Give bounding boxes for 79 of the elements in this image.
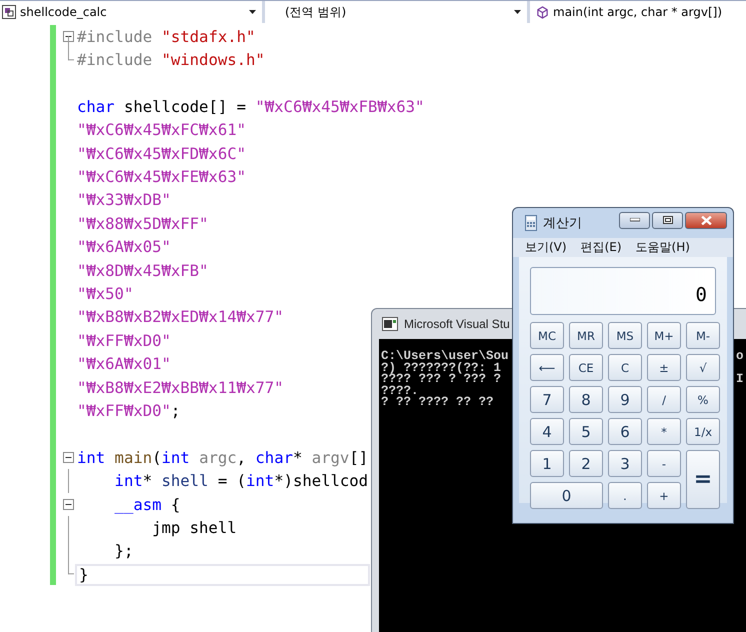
- code-line: };: [114, 541, 134, 562]
- menu-item[interactable]: 도움말(H): [636, 239, 690, 256]
- calculator-key[interactable]: MR: [569, 322, 603, 349]
- console-text: I: [736, 374, 744, 386]
- calculator-key[interactable]: 1/x: [686, 418, 720, 445]
- code-line: "₩xC6₩x45₩xFE₩x63": [76, 167, 246, 188]
- code-line: "₩x8D₩x45₩xFB": [76, 260, 208, 282]
- minimize-button[interactable]: [619, 212, 650, 228]
- console-text: o: [736, 351, 744, 362]
- calculator-key[interactable]: +: [647, 482, 681, 509]
- calculator-key[interactable]: 4: [530, 418, 564, 445]
- collapse-icon[interactable]: [62, 499, 74, 510]
- cube-icon: [536, 6, 549, 18]
- maximize-button[interactable]: [652, 212, 683, 228]
- calculator-key[interactable]: M+: [647, 322, 681, 349]
- calculator-key[interactable]: C: [608, 354, 642, 381]
- collapse-icon[interactable]: [62, 31, 74, 42]
- console-text: C:\Users\user\Sou: [381, 349, 509, 363]
- calculator-icon: [525, 215, 537, 231]
- code-line: int main(int argc, char* argv[]: [76, 448, 368, 469]
- code-line: #include "stdafx.h": [76, 26, 256, 48]
- code-line: "₩x50": [76, 284, 134, 305]
- calculator-key[interactable]: CE: [569, 354, 603, 381]
- console-text: ? ?? ???? ?? ??: [381, 395, 494, 409]
- close-button[interactable]: [685, 212, 727, 228]
- console-icon: [382, 316, 398, 330]
- calculator-key[interactable]: %: [686, 386, 720, 413]
- code-line: __asm {: [114, 494, 180, 516]
- code-line: jmp shell: [151, 518, 237, 539]
- scope-dropdown[interactable]: (전역 범위): [265, 1, 527, 23]
- caret-icon: [514, 10, 521, 14]
- code-line: "₩xB8₩xB2₩xED₩x14₩x77": [76, 307, 284, 328]
- calculator-key[interactable]: *: [647, 418, 681, 445]
- calculator-key[interactable]: /: [647, 386, 681, 413]
- calculator-key[interactable]: .: [608, 482, 642, 509]
- calculator-key[interactable]: 5: [569, 418, 603, 445]
- code-line: "₩xFF₩xD0";: [76, 400, 180, 422]
- close-icon: [700, 216, 712, 224]
- code-line: "₩x6A₩x05": [76, 237, 171, 258]
- code-line: "₩x6A₩x01": [76, 354, 171, 376]
- code-line: int* shell = (int*)shellcod: [114, 471, 368, 492]
- window-title: Microsoft Visual Stu: [404, 316, 510, 330]
- calculator-key[interactable]: √: [686, 354, 720, 381]
- calculator-key[interactable]: 0: [530, 482, 603, 509]
- code-line: "₩x88₩x5D₩xFF": [76, 214, 208, 235]
- member-dropdown[interactable]: main(int argc, char * argv[]): [530, 1, 746, 23]
- code-line: char shellcode[] = "₩xC6₩x45₩xFB₩x63": [76, 96, 424, 118]
- calculator-key[interactable]: 2: [569, 450, 603, 477]
- calculator-display: 0: [530, 267, 716, 315]
- code-line: #include "windows.h": [76, 50, 265, 72]
- calculator-key[interactable]: M-: [686, 322, 720, 349]
- calculator-key[interactable]: 8: [569, 386, 603, 413]
- calculator-key[interactable]: ±: [647, 354, 681, 381]
- code-line: "₩xC6₩x45₩xFD₩x6C": [76, 144, 246, 165]
- calculator-key[interactable]: 9: [608, 386, 642, 413]
- calculator-key[interactable]: =: [686, 450, 720, 509]
- minimize-icon: [630, 218, 640, 222]
- calculator-key[interactable]: ⟵: [530, 354, 564, 381]
- code-line: "₩xFF₩xD0": [76, 330, 171, 352]
- calculator-key[interactable]: 3: [608, 450, 642, 477]
- project-dropdown[interactable]: shellcode_calc: [0, 1, 262, 23]
- collapse-icon[interactable]: [62, 452, 74, 464]
- menu-item[interactable]: 보기(V): [525, 239, 567, 256]
- project-icon: [2, 5, 16, 19]
- calculator-key[interactable]: -: [647, 450, 681, 477]
- menu-item[interactable]: 편집(E): [580, 239, 622, 256]
- console-text: ????.: [381, 384, 419, 398]
- calculator-key[interactable]: 7: [530, 386, 564, 413]
- caret-icon: [249, 10, 256, 14]
- calculator-key[interactable]: 6: [608, 418, 642, 445]
- code-line: "₩xB8₩xE2₩xBB₩x11₩x77": [76, 378, 284, 399]
- calculator-key[interactable]: MS: [608, 322, 642, 349]
- maximize-icon: [662, 216, 672, 224]
- calculator-key[interactable]: MC: [530, 322, 564, 349]
- calculator-key[interactable]: 1: [530, 450, 564, 477]
- code-line: "₩xC6₩x45₩xFC₩x61": [76, 120, 246, 142]
- console-text: ?) ???????(??: 1: [381, 360, 502, 374]
- code-line: "₩x33₩xDB": [76, 190, 171, 212]
- window-title: 계산기: [543, 215, 582, 232]
